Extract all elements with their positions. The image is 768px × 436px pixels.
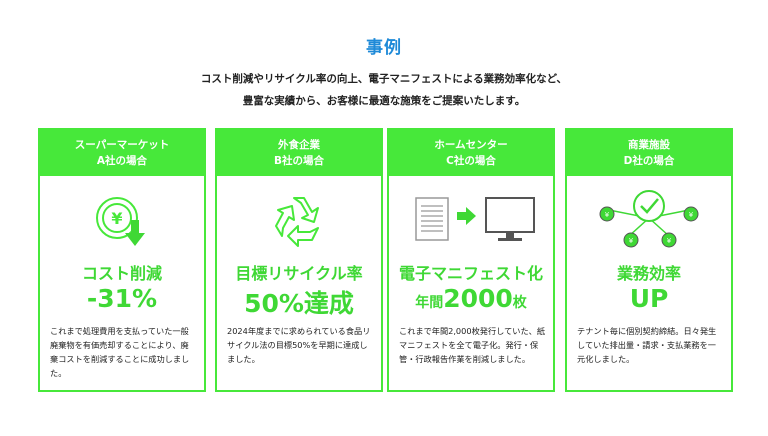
- card-value: 50%達成: [244, 289, 354, 318]
- card-header-line1: 外食企業: [278, 139, 320, 151]
- section-title: 事例: [366, 38, 402, 58]
- card-value: 年間2000枚: [389, 284, 553, 313]
- case-card-c: ホームセンター C社の場合 電子マニフェスト化 年間2000枚 これまで年間2,…: [387, 128, 555, 392]
- card-description: これまで処理費用を支払っていた一般廃棄物を有価売却することにより、廃棄コストを削…: [50, 326, 190, 378]
- card-description: これまで年間2,000枚発行していた、紙マニフェストを全て電子化。発行・保管・行…: [399, 326, 546, 364]
- card-value: UP: [629, 284, 669, 313]
- card-header: スーパーマーケット A社の場合: [40, 130, 204, 176]
- card-header: 商業施設 D社の場合: [567, 130, 731, 176]
- card-header-line1: 商業施設: [628, 139, 670, 151]
- card-metric: 電子マニフェスト化: [398, 264, 543, 283]
- network-check-icon: ¥ ¥ ¥ ¥: [567, 188, 731, 254]
- case-card-b: 外食企業 B社の場合 目標リサイクル率 50%達成 2024年度までに求められて…: [215, 128, 383, 392]
- card-description: テナント毎に個別契約締結。日々発生していた排出量・請求・支払業務を一元化しました…: [577, 326, 717, 364]
- card-metric: コスト削減: [81, 264, 162, 283]
- intro-line-1: コスト削減やリサイクル率の向上、電子マニフェストによる業務効率化など、: [200, 73, 568, 85]
- card-value: -31%: [86, 284, 158, 313]
- card-metric: 目標リサイクル率: [235, 264, 363, 283]
- card-metric: 業務効率: [616, 264, 681, 283]
- card-header-line2: D社の場合: [623, 155, 675, 167]
- card-header-line2: A社の場合: [96, 155, 148, 167]
- yen-down-icon: ¥: [40, 188, 204, 254]
- svg-text:¥: ¥: [667, 237, 672, 245]
- intro-line-2: 豊富な実績から、お客様に最適な施策をご提案いたします。: [242, 95, 526, 107]
- card-header-line2: C社の場合: [446, 155, 496, 167]
- svg-text:¥: ¥: [111, 209, 122, 228]
- paper-to-computer-icon: [389, 188, 553, 254]
- case-card-a: スーパーマーケット A社の場合 ¥ コスト削減 -31% これまで処理費用を支払…: [38, 128, 206, 392]
- svg-text:¥: ¥: [605, 211, 610, 219]
- card-header: ホームセンター C社の場合: [389, 130, 553, 176]
- card-header-line2: B社の場合: [273, 155, 324, 167]
- svg-text:¥: ¥: [629, 237, 634, 245]
- recycle-icon: [217, 188, 381, 254]
- case-card-d: 商業施設 D社の場合 ¥ ¥ ¥ ¥ 業務効率 UP テナント毎に個別契約締結。…: [565, 128, 733, 392]
- card-header-line1: スーパーマーケット: [74, 139, 170, 151]
- card-header-line1: ホームセンター: [434, 139, 508, 151]
- svg-text:¥: ¥: [689, 211, 694, 219]
- value-prefix: 年間: [415, 295, 444, 311]
- card-description: 2024年度までに求められている食品リサイクル法の目標50%を早期に達成しました…: [227, 326, 371, 364]
- card-header: 外食企業 B社の場合: [217, 130, 381, 176]
- value-suffix: 枚: [512, 295, 527, 311]
- intro-text: コスト削減やリサイクル率の向上、電子マニフェストによる業務効率化など、 豊富な実…: [0, 68, 768, 112]
- value-number: 2000: [443, 284, 513, 313]
